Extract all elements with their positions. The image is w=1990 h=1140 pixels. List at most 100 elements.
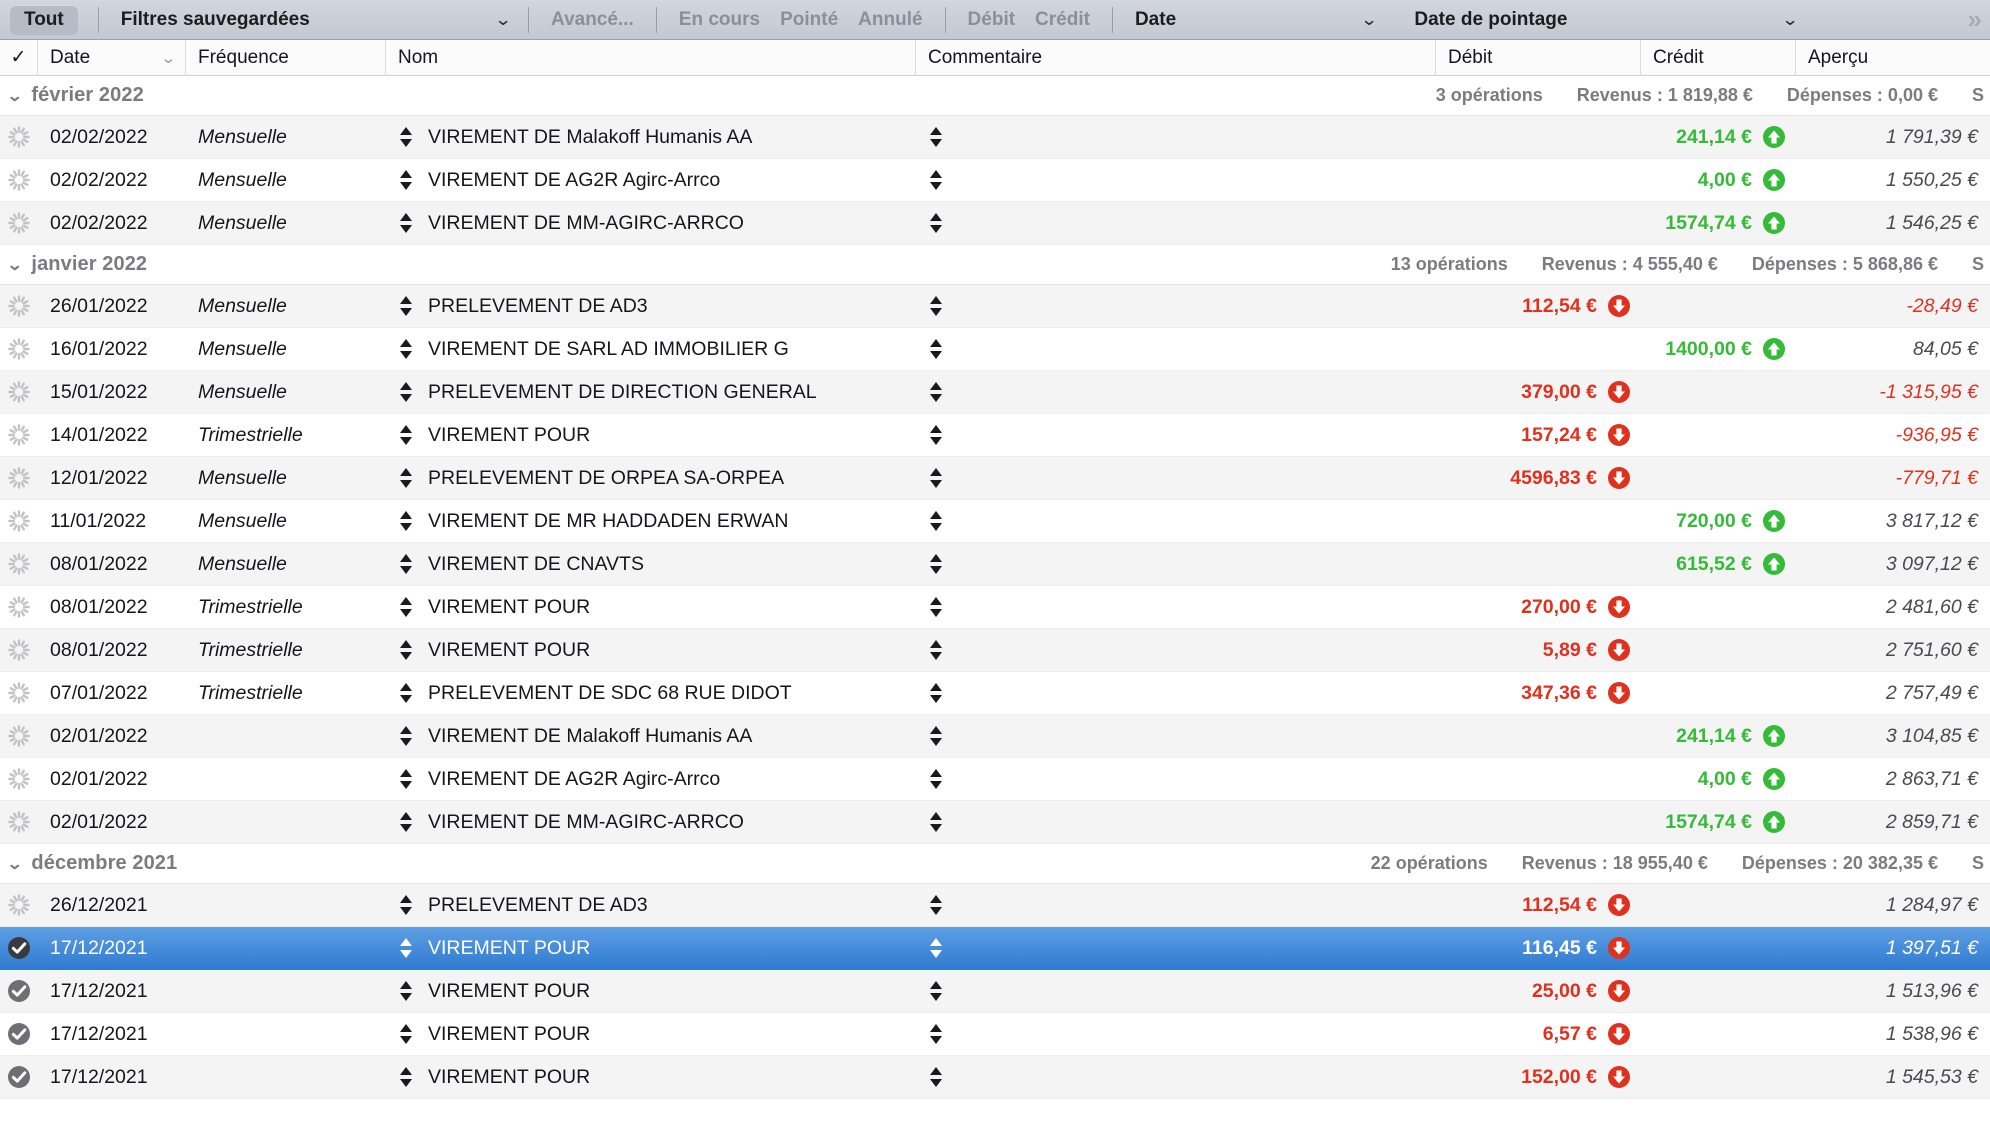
row-stepper-icon[interactable] [398, 935, 416, 961]
row-stepper-icon[interactable] [928, 551, 946, 577]
table-row[interactable]: 07/01/2022 Trimestrielle PRELEVEMENT DE SD… [0, 672, 1990, 715]
row-comment-cell[interactable] [916, 285, 1436, 328]
row-status-cell[interactable] [0, 629, 38, 672]
row-stepper-icon[interactable] [398, 1021, 416, 1047]
row-frequency-cell[interactable]: Mensuelle [186, 543, 386, 586]
row-stepper-icon[interactable] [398, 978, 416, 1004]
row-status-cell[interactable] [0, 970, 38, 1013]
column-header-credit[interactable]: Crédit [1641, 39, 1796, 76]
table-row[interactable]: 26/01/2022 Mensuelle PRELEVEMENT DE AD3 112… [0, 285, 1990, 328]
row-stepper-icon[interactable] [928, 723, 946, 749]
row-name-cell[interactable]: VIREMENT DE MM-AGIRC-ARRCO [386, 801, 916, 844]
sort-chevron-down-icon[interactable]: ⌄ [161, 49, 177, 67]
table-row[interactable]: 02/01/2022 VIREMENT DE MM-AGIRC-ARRCO 1574… [0, 801, 1990, 844]
row-stepper-icon[interactable] [398, 766, 416, 792]
row-name-cell[interactable]: VIREMENT POUR [386, 927, 916, 970]
table-row[interactable]: 14/01/2022 Trimestrielle VIREMENT POUR 157,… [0, 414, 1990, 457]
row-debit-cell[interactable]: 157,24 € [1436, 414, 1641, 457]
row-name-cell[interactable]: VIREMENT DE AG2R Agirc-Arrco [386, 159, 916, 202]
column-header-debit[interactable]: Débit [1436, 39, 1641, 76]
row-debit-cell[interactable] [1436, 758, 1641, 801]
row-credit-cell[interactable] [1641, 371, 1796, 414]
table-row[interactable]: 17/12/2021 VIREMENT POUR 6,57 € 1 538,96 € [0, 1013, 1990, 1056]
row-stepper-icon[interactable] [928, 1021, 946, 1047]
row-comment-cell[interactable] [916, 543, 1436, 586]
row-date-cell[interactable]: 02/02/2022 [38, 202, 186, 245]
row-stepper-icon[interactable] [928, 124, 946, 150]
column-header-check[interactable]: ✓ [0, 39, 38, 76]
row-date-cell[interactable]: 02/01/2022 [38, 758, 186, 801]
row-credit-cell[interactable]: 1400,00 € [1641, 328, 1796, 371]
row-stepper-icon[interactable] [928, 465, 946, 491]
row-date-cell[interactable]: 07/01/2022 [38, 672, 186, 715]
row-stepper-icon[interactable] [398, 336, 416, 362]
row-name-cell[interactable]: VIREMENT DE Malakoff Humanis AA [386, 116, 916, 159]
row-status-cell[interactable] [0, 586, 38, 629]
row-comment-cell[interactable] [916, 629, 1436, 672]
row-stepper-icon[interactable] [398, 210, 416, 236]
row-stepper-icon[interactable] [928, 680, 946, 706]
advanced-filter-button[interactable]: Avancé... [541, 9, 644, 31]
row-frequency-cell[interactable]: Mensuelle [186, 159, 386, 202]
row-credit-cell[interactable]: 1574,74 € [1641, 801, 1796, 844]
pointing-date-label[interactable]: Date de pointage [1404, 9, 1577, 31]
row-comment-cell[interactable] [916, 371, 1436, 414]
row-stepper-icon[interactable] [928, 336, 946, 362]
column-header-name[interactable]: Nom [386, 39, 916, 76]
group-header-row[interactable]: ⌄ janvier 2022 13 opérations Revenus : 4 55… [0, 245, 1990, 285]
row-status-cell[interactable] [0, 414, 38, 457]
column-header-comment[interactable]: Commentaire [916, 39, 1436, 76]
row-stepper-icon[interactable] [928, 210, 946, 236]
row-name-cell[interactable]: PRELEVEMENT DE ORPEA SA-ORPEA [386, 457, 916, 500]
row-date-cell[interactable]: 02/01/2022 [38, 801, 186, 844]
row-stepper-icon[interactable] [398, 1064, 416, 1090]
row-credit-cell[interactable] [1641, 884, 1796, 927]
row-status-cell[interactable] [0, 801, 38, 844]
row-credit-cell[interactable] [1641, 970, 1796, 1013]
row-stepper-icon[interactable] [398, 167, 416, 193]
row-status-cell[interactable] [0, 159, 38, 202]
table-row[interactable]: 08/01/2022 Trimestrielle VIREMENT POUR 5,89… [0, 629, 1990, 672]
row-frequency-cell[interactable]: Mensuelle [186, 500, 386, 543]
row-name-cell[interactable]: VIREMENT POUR [386, 1013, 916, 1056]
filter-cancelled-button[interactable]: Annulé [848, 9, 932, 31]
toolbar-overflow-icon[interactable]: » [1968, 4, 1990, 35]
row-frequency-cell[interactable] [186, 884, 386, 927]
row-date-cell[interactable]: 08/01/2022 [38, 586, 186, 629]
row-date-cell[interactable]: 08/01/2022 [38, 629, 186, 672]
row-status-cell[interactable] [0, 884, 38, 927]
row-status-cell[interactable] [0, 927, 38, 970]
row-stepper-icon[interactable] [398, 508, 416, 534]
row-name-cell[interactable]: PRELEVEMENT DE SDC 68 RUE DIDOT [386, 672, 916, 715]
row-frequency-cell[interactable] [186, 715, 386, 758]
row-credit-cell[interactable] [1641, 414, 1796, 457]
row-credit-cell[interactable] [1641, 1013, 1796, 1056]
group-disclosure-chevron-icon[interactable]: ⌄ [6, 255, 23, 275]
row-debit-cell[interactable] [1436, 328, 1641, 371]
date-filter-label[interactable]: Date [1125, 9, 1186, 31]
row-credit-cell[interactable] [1641, 586, 1796, 629]
row-frequency-cell[interactable] [186, 758, 386, 801]
table-row[interactable]: 02/01/2022 VIREMENT DE AG2R Agirc-Arrco 4,… [0, 758, 1990, 801]
saved-filters-chevron-down-icon[interactable]: ⌄ [487, 11, 520, 28]
row-credit-cell[interactable] [1641, 672, 1796, 715]
row-credit-cell[interactable]: 241,14 € [1641, 116, 1796, 159]
row-status-cell[interactable] [0, 116, 38, 159]
table-row[interactable]: 12/01/2022 Mensuelle PRELEVEMENT DE ORPEA … [0, 457, 1990, 500]
row-status-cell[interactable] [0, 371, 38, 414]
row-name-cell[interactable]: VIREMENT POUR [386, 586, 916, 629]
row-debit-cell[interactable] [1436, 159, 1641, 202]
row-name-cell[interactable]: VIREMENT DE MM-AGIRC-ARRCO [386, 202, 916, 245]
row-stepper-icon[interactable] [928, 379, 946, 405]
row-comment-cell[interactable] [916, 159, 1436, 202]
row-stepper-icon[interactable] [398, 809, 416, 835]
row-status-cell[interactable] [0, 202, 38, 245]
row-debit-cell[interactable]: 152,00 € [1436, 1056, 1641, 1099]
row-date-cell[interactable]: 02/02/2022 [38, 159, 186, 202]
row-stepper-icon[interactable] [398, 637, 416, 663]
row-debit-cell[interactable] [1436, 202, 1641, 245]
row-date-cell[interactable]: 26/12/2021 [38, 884, 186, 927]
row-status-cell[interactable] [0, 1056, 38, 1099]
filter-pending-button[interactable]: En cours [669, 9, 770, 31]
row-credit-cell[interactable]: 1574,74 € [1641, 202, 1796, 245]
